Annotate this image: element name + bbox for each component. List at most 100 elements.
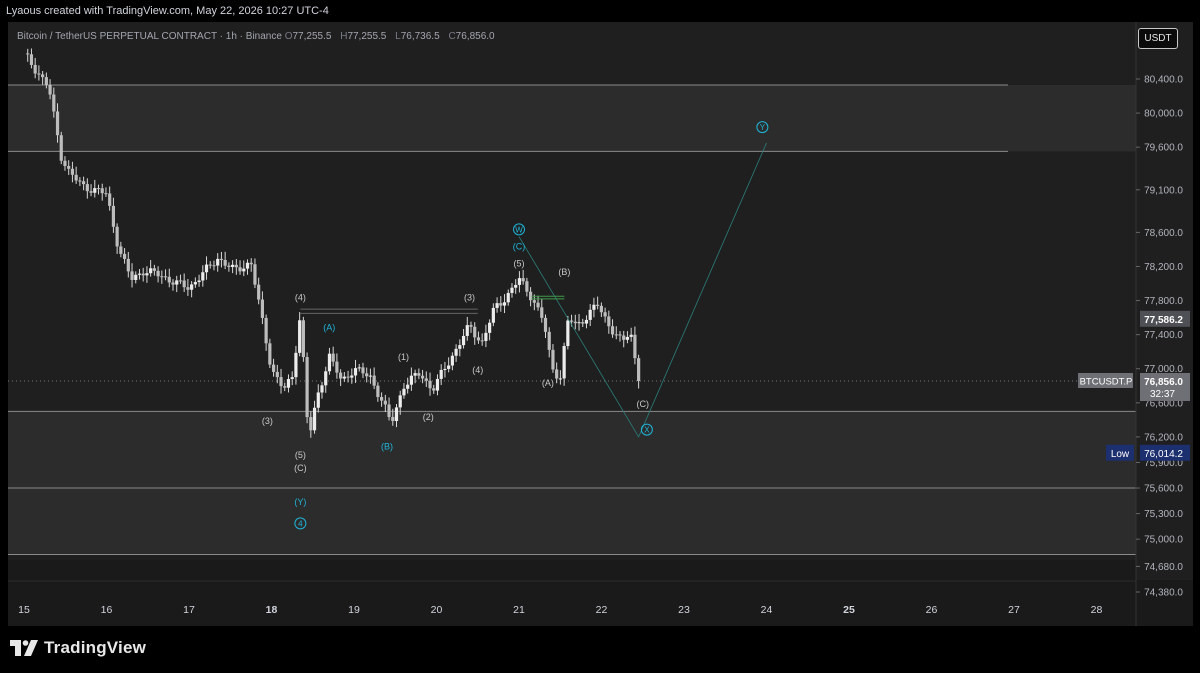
candle-body [55,111,60,136]
wave-label-cyan: W [515,225,523,234]
candle-body [245,262,250,269]
chart-panel[interactable]: (4) (3) (5) (C) (1) (2) (3) (4) (5) (B) (A) (C) (A) (… [8,22,1193,626]
time-tick-label: 25 [843,604,855,616]
candle-body [525,281,529,292]
price-tick-label: 74,680.0 [1144,562,1183,573]
candle-body [171,282,175,285]
candle-body [618,334,622,336]
candle-body [186,287,190,290]
candle-body [29,54,34,65]
candle-body [417,373,421,376]
candle-body [569,320,574,322]
candle-body [190,284,194,290]
candle-body [614,334,618,336]
candle-body [454,348,458,356]
candle-body [283,386,287,388]
currency-button[interactable]: USDT [1138,28,1178,49]
candle-body [506,292,510,303]
candle-body [342,376,346,379]
candle-body [443,368,447,370]
price-tick-label: 80,000.0 [1144,109,1183,120]
candle-body [625,336,630,340]
candle-body [320,385,324,393]
wave-label-white: (C) [637,399,650,409]
candle-body [301,320,305,358]
candle-body [394,407,399,422]
candle-body [197,280,201,283]
price-tick-label: 79,600.0 [1144,143,1183,154]
price-chart[interactable]: (4) (3) (5) (C) (1) (2) (3) (4) (5) (B) (A) (C) (A) (… [8,22,1193,626]
candle-body [502,302,507,306]
candle-body [335,361,339,373]
candle-body [316,392,320,408]
wave-label-white: (3) [262,416,273,426]
candle-body [163,276,168,278]
candle-body [37,73,41,75]
candle-body [216,258,220,266]
candle-body [212,265,216,267]
candle-body [536,302,540,308]
candle-body [33,64,37,74]
price-tick-label: 79,100.0 [1144,185,1183,196]
candle-body [257,284,261,300]
candle-body [543,317,548,332]
wave-label-white: (A) [542,378,554,388]
candle-body [156,270,160,277]
candle-body [517,278,522,285]
candle-body [368,375,373,377]
candle-body [48,84,52,95]
low-value: 76,736.5 [400,31,440,42]
candle-body [521,278,525,282]
candle-body [346,376,350,378]
wave-label-white: (4) [472,365,483,375]
candle-body [100,188,104,194]
candle-body [465,325,469,336]
candle-body [119,246,123,254]
wave-label-white: (B) [558,267,570,277]
candle-body [610,326,615,335]
candle-body [558,378,562,380]
high-value: 77,255.5 [347,31,387,42]
time-tick-label: 17 [183,604,195,616]
candle-body [633,334,637,359]
candle-body [480,340,484,342]
low-price-text: 76,014.2 [1144,449,1183,460]
candle-body [26,53,30,55]
time-tick-label: 19 [348,604,360,616]
candle-body [134,274,138,280]
price-tick-label: 74,380.0 [1144,588,1183,599]
caption-text: Lyaous created with TradingView.com, May… [6,5,329,17]
zone-1 [8,411,1136,555]
candle-body [286,378,291,388]
candle-body [391,416,395,422]
wave-label-white: (4) [295,293,306,303]
price-tag-77586-text: 77,586.2 [1144,315,1183,326]
candle-body [44,77,48,85]
candle-body [298,320,302,353]
candle-body [312,407,317,431]
candle-body [514,284,518,288]
candle-body [260,299,264,318]
candle-body [469,325,473,327]
tradingview-wordmark: TradingView [44,638,147,657]
wave-label-white: (C) [294,463,307,473]
price-tick-label: 76,200.0 [1144,432,1183,443]
candle-body [130,271,134,280]
candle-body [592,304,596,310]
candle-body [89,191,93,193]
time-tick-label: 28 [1091,604,1103,616]
candle-body [208,264,212,266]
open-value: 77,255.5 [292,31,332,42]
wave-label-white: (1) [398,352,409,362]
candle-body [484,332,488,341]
candle-body [629,334,633,337]
price-tick-label: 77,400.0 [1144,330,1183,341]
candle-body [577,322,581,324]
time-tick-label: 16 [101,604,113,616]
candle-body [376,385,380,398]
wave-label-white: (2) [423,412,434,422]
candle-body [122,253,127,259]
price-tick-label: 77,800.0 [1144,296,1183,307]
candle-body [406,384,410,389]
candle-body [145,273,149,276]
